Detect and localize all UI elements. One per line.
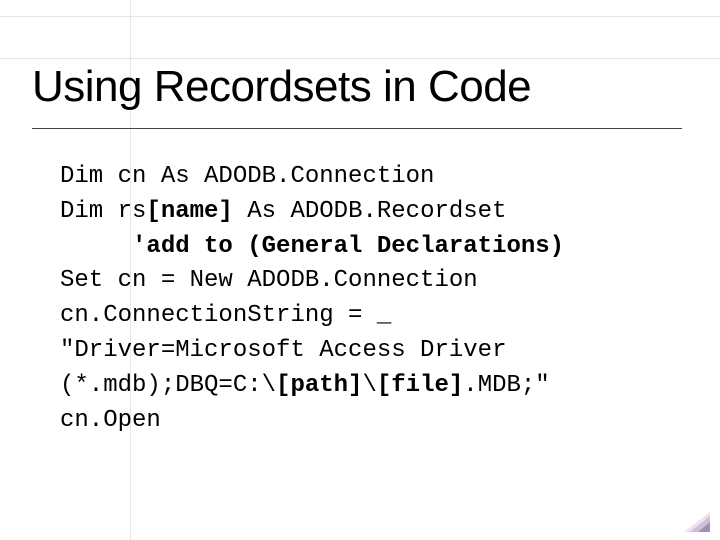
code-line-7-path: [path]: [276, 372, 362, 399]
code-line-5: cn.ConnectionString = _: [60, 302, 406, 329]
slide-title: Using Recordsets in Code: [32, 62, 531, 112]
code-line-7-pre: (*.mdb);DBQ=C:\: [60, 372, 276, 399]
slide: Using Recordsets in Code Dim cn As ADODB…: [0, 0, 720, 540]
code-line-2-name: [name]: [146, 198, 232, 225]
code-line-6: "Driver=Microsoft Access Driver: [60, 337, 521, 364]
code-line-3: 'add to (General Declarations): [132, 233, 564, 260]
title-rule: [32, 128, 682, 129]
code-line-2-post: As ADODB.Recordset: [233, 198, 507, 225]
code-line-7-mid: \: [362, 372, 376, 399]
code-line-1: Dim cn As ADODB.Connection: [60, 163, 434, 190]
page-curl-icon: [684, 512, 710, 532]
code-line-7-file: [file]: [377, 372, 463, 399]
code-line-2-pre: Dim rs: [60, 198, 146, 225]
code-line-7-post: .MDB;": [463, 372, 549, 399]
code-line-8: cn.Open: [60, 407, 161, 434]
code-line-4: Set cn = New ADODB.Connection: [60, 267, 478, 294]
code-block: Dim cn As ADODB.Connection Dim rs[name] …: [60, 160, 690, 438]
